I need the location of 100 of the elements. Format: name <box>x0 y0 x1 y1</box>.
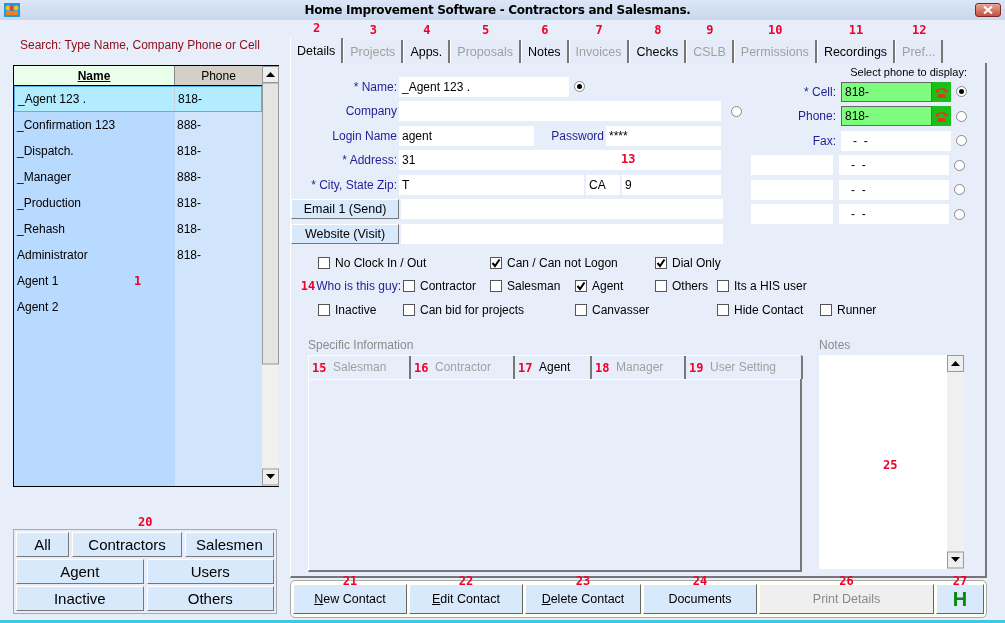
close-icon <box>983 6 993 14</box>
checkbox[interactable] <box>318 303 330 316</box>
checkbox[interactable] <box>403 303 415 316</box>
name-field[interactable]: _Agent 123 . <box>399 76 569 97</box>
scrollbar[interactable] <box>947 354 964 569</box>
checkbox[interactable] <box>717 303 729 316</box>
scrollbar[interactable] <box>262 66 279 486</box>
callout-number: 27 <box>952 575 968 587</box>
contact-row[interactable]: _Rehash 818- <box>14 216 262 242</box>
callout-number: 15 <box>312 361 327 374</box>
phone-field[interactable]: - - <box>841 130 951 151</box>
phone-field[interactable]: 818- <box>841 81 932 102</box>
checkbox[interactable] <box>318 256 330 269</box>
zip-field[interactable]: 9 <box>622 174 721 195</box>
tab[interactable]: Details <box>290 38 344 63</box>
filter-button[interactable]: Salesmen <box>184 532 274 557</box>
callout-number: 6 <box>541 24 549 36</box>
callout-number: 25 <box>883 458 898 471</box>
field-label: Who is this guy: <box>316 279 401 294</box>
login-field[interactable]: agent <box>399 125 534 146</box>
radio-button[interactable] <box>956 135 967 146</box>
field-label: Company <box>344 103 397 120</box>
email-button[interactable]: Email 1 (Send) <box>291 199 399 219</box>
field-label: Password <box>550 127 604 145</box>
contact-row[interactable]: _Agent 123 . 818- <box>14 86 262 112</box>
close-button[interactable] <box>975 3 1001 17</box>
table-cell-text: 818- <box>176 143 203 160</box>
callout-number: 10 <box>768 24 783 36</box>
phone-icon[interactable] <box>932 81 951 102</box>
table-cell-text: 818- <box>176 247 203 264</box>
contact-row[interactable]: _Manager 888- <box>14 164 262 190</box>
filter-button[interactable]: Inactive <box>16 586 144 611</box>
action-button[interactable]: Edit Contact <box>409 584 523 614</box>
field-label: Phone: <box>796 108 836 125</box>
checkbox[interactable] <box>717 280 729 293</box>
website-button[interactable]: Website (Visit) <box>291 223 399 244</box>
tab[interactable]: Apps. <box>403 40 451 63</box>
phone-select-heading: Select phone to display: <box>849 67 967 78</box>
filter-button[interactable]: Contractors <box>72 532 182 557</box>
checkbox[interactable] <box>490 256 502 269</box>
action-button[interactable]: Documents <box>643 584 757 614</box>
notes-area[interactable]: 25 <box>819 354 964 569</box>
phone-field[interactable]: 818- <box>841 106 932 126</box>
filter-button[interactable]: Agent <box>16 559 144 584</box>
field-label: * Name: <box>352 78 397 96</box>
checkbox-label: Its a HIS user <box>734 279 807 294</box>
field-label: * Address: <box>341 152 397 169</box>
radio-button[interactable] <box>954 159 965 171</box>
filter-button[interactable]: Users <box>146 559 274 584</box>
phone-field[interactable]: - - <box>839 204 949 224</box>
contact-row[interactable]: _Confirmation 123 888- <box>14 112 262 138</box>
contact-row[interactable]: Administrator 818- <box>14 242 262 268</box>
table-cell: _Confirmation 123 <box>14 112 174 138</box>
phone-field[interactable]: - - <box>839 155 949 175</box>
radio-button[interactable] <box>956 86 967 97</box>
table-cell: _Production <box>14 190 174 216</box>
radio-button[interactable] <box>954 208 965 220</box>
table-cell: _Dispatch. <box>14 138 174 164</box>
checkbox[interactable] <box>490 280 502 293</box>
table-cell: _Agent 123 . <box>15 87 175 111</box>
radio-button[interactable] <box>956 110 967 122</box>
field-label: * City, State Zip: <box>310 176 397 194</box>
help-button[interactable]: H <box>936 584 984 614</box>
contact-row[interactable]: Agent 1 1 <box>14 268 262 294</box>
callout-number: 2 <box>313 22 321 34</box>
checkbox[interactable] <box>655 256 667 269</box>
action-button[interactable]: Delete Contact <box>525 584 641 614</box>
checkbox[interactable] <box>403 280 415 293</box>
checkbox[interactable] <box>575 280 587 293</box>
filter-button[interactable]: All <box>16 532 70 557</box>
city-field[interactable]: T <box>399 174 584 195</box>
table-cell: _Rehash <box>14 216 174 242</box>
checkbox[interactable] <box>655 280 667 293</box>
column-header[interactable]: Name <box>14 66 175 85</box>
table-cell: Agent 2 <box>14 294 174 320</box>
phone-field[interactable]: - - <box>839 179 949 200</box>
tab[interactable]: Recordings <box>816 40 896 63</box>
checkbox-label: Agent <box>592 279 624 294</box>
filter-button[interactable]: Others <box>146 586 274 611</box>
checkbox[interactable] <box>820 303 832 316</box>
radio-button[interactable] <box>731 105 742 117</box>
callout-number: 8 <box>654 24 662 36</box>
contact-row[interactable]: Agent 2 <box>14 294 262 320</box>
password-field[interactable]: **** <box>606 125 721 146</box>
contact-row[interactable]: _Dispatch. 818- <box>14 138 262 164</box>
contact-row[interactable]: _Production 818- <box>14 190 262 216</box>
callout-number: 3 <box>369 24 377 36</box>
callout-number: 5 <box>482 24 490 36</box>
column-header[interactable]: Phone <box>175 66 262 85</box>
table-cell: Administrator <box>14 242 174 268</box>
radio-button[interactable] <box>954 184 965 195</box>
section-heading: Notes <box>819 337 852 352</box>
radio-button[interactable] <box>574 81 585 92</box>
tab[interactable]: Notes <box>520 40 569 63</box>
checkbox[interactable] <box>575 303 587 316</box>
tab[interactable]: Checks <box>629 40 687 63</box>
table-cell-text: 888- <box>176 169 203 186</box>
action-button[interactable]: New Contact <box>293 584 407 614</box>
state-field[interactable]: CA <box>586 174 620 195</box>
checkbox-label: Others <box>672 279 708 294</box>
